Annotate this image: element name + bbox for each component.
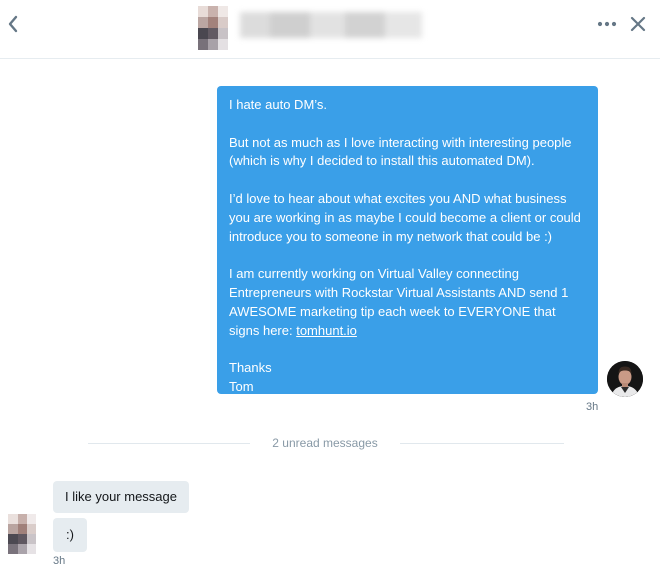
message-paragraph: I’d love to hear about what excites you … [229, 190, 581, 244]
more-horizontal-icon [597, 21, 617, 27]
recipient-avatar-small[interactable] [8, 514, 36, 554]
sent-message-bubble[interactable]: I hate auto DM’s. But not as much as I l… [217, 86, 598, 394]
sender-photo [607, 361, 643, 397]
tomhunt-link[interactable]: tomhunt.io [296, 323, 357, 338]
divider-line-left [88, 443, 250, 444]
recipient-avatar[interactable] [198, 6, 228, 50]
close-button[interactable] [630, 15, 646, 33]
message-text: I am currently working on Virtual Valley… [229, 266, 569, 338]
unread-messages-divider: 2 unread messages [272, 436, 378, 450]
divider-line-right [400, 443, 564, 444]
dm-conversation-window: I hate auto DM’s. But not as much as I l… [0, 0, 660, 572]
close-icon [630, 16, 646, 32]
received-timestamp: 3h [53, 555, 66, 567]
message-closing: Thanks Tom [229, 359, 586, 397]
chevron-left-icon [8, 15, 18, 33]
sent-timestamp: 3h [586, 401, 599, 413]
received-message-bubble[interactable]: I like your message [53, 481, 189, 513]
received-message-bubble[interactable]: :) [53, 518, 87, 552]
closing-signature: Tom [229, 378, 254, 394]
message-paragraph: But not as much as I love interacting wi… [229, 134, 572, 169]
closing-thanks: Thanks [229, 360, 272, 376]
pixelated-avatar-image [198, 6, 228, 50]
recipient-name-redacted [240, 12, 422, 38]
pixelated-avatar-image [8, 514, 36, 554]
back-button[interactable] [6, 12, 20, 36]
message-paragraph: I hate auto DM’s. [229, 97, 328, 112]
conversation-header [0, 0, 660, 59]
message-paragraph-with-link: I am currently working on Virtual Valley… [229, 265, 586, 340]
more-options-button[interactable] [596, 14, 618, 34]
sender-avatar[interactable] [607, 361, 643, 397]
